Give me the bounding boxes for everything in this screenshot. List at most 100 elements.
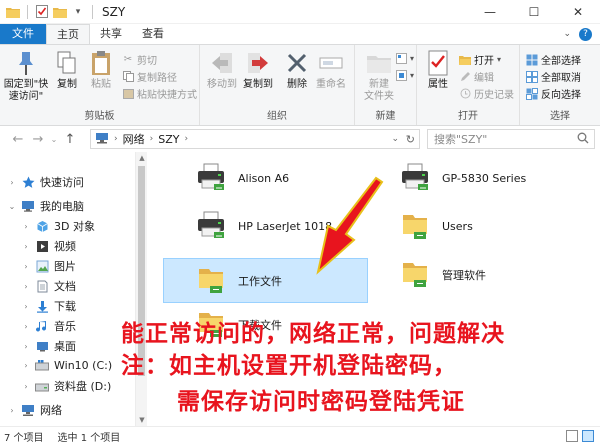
expand-chevron-icon[interactable]: › [8,406,16,415]
list-item[interactable]: GP-5830 Series [400,162,526,195]
annotation-line-2: 注：如主机设置开机登陆密码， [121,353,457,379]
nav-item-this-pc[interactable]: ⌄ 我的电脑 [8,198,84,214]
new-group: 新建 文件夹 ▾ ▾ 新建 [355,45,417,125]
forward-arrow-icon[interactable]: → [28,132,48,147]
edit-pencil-icon [459,71,471,83]
rename-button[interactable]: 重命名 [314,49,348,91]
search-icon [577,132,589,147]
nav-scrollbar[interactable]: ▲ ▼ [135,152,147,426]
annotation-line-3: 需保存访问时密码登陆凭证 [177,389,465,415]
scroll-down-arrow-icon[interactable]: ▼ [136,414,148,426]
nav-item-pictures[interactable]: › 图片 [22,258,76,274]
copy-to-button[interactable]: 复制到 [242,49,274,91]
collapse-ribbon-chevron-icon[interactable]: ⌄ [563,29,571,39]
properties-check-icon[interactable] [35,5,49,19]
open-icon [459,54,471,66]
edit-button[interactable]: 编辑 [459,69,494,84]
open-group: 属性 打开 ▾ 编辑 历史记录 打开 [417,45,520,125]
search-input[interactable]: 搜索"SZY" [427,129,595,149]
pictures-icon [35,259,49,273]
easy-access-button[interactable]: ▾ [395,69,414,81]
list-item[interactable]: Users [400,210,473,243]
history-button[interactable]: 历史记录 [459,86,514,101]
nav-item-videos[interactable]: › 视频 [22,238,76,254]
scroll-up-arrow-icon[interactable]: ▲ [136,152,148,164]
tab-file[interactable]: 文件 [0,24,46,44]
pin-quick-access-button[interactable]: 固定到"快速访问" [3,49,49,103]
tab-view[interactable]: 查看 [132,24,174,44]
breadcrumb-network[interactable]: 网络 [123,131,145,147]
nav-item-downloads[interactable]: › 下载 [22,298,76,314]
select-group: 全部选择 全部取消 反向选择 选择 [520,45,600,125]
nav-item-music[interactable]: › 音乐 [22,318,76,334]
item-label: Users [442,220,473,233]
copy-to-icon [245,49,271,77]
expand-chevron-icon[interactable]: › [8,178,16,187]
easy-access-icon [395,69,407,81]
copy-button[interactable]: 复制 [54,49,80,91]
close-button[interactable]: ✕ [556,0,600,24]
back-arrow-icon[interactable]: ← [8,132,28,147]
item-label: Alison A6 [238,172,290,185]
details-view-icon[interactable] [566,430,578,442]
download-arrow-icon [35,299,49,313]
maximize-button[interactable]: ☐ [512,0,556,24]
address-dropdown-chevron-icon[interactable]: ⌄ [391,134,399,144]
select-all-button[interactable]: 全部选择 [526,52,581,67]
nav-item-3d-objects[interactable]: › 3D 对象 [22,218,95,234]
list-item[interactable]: 管理软件 [400,258,486,291]
recent-locations-chevron-icon[interactable]: ⌄ [48,135,60,144]
address-bar[interactable]: › 网络 › SZY › ⌄ ↻ [90,129,420,149]
invert-selection-button[interactable]: 反向选择 [526,86,581,101]
nav-item-desktop[interactable]: › 桌面 [22,338,76,354]
scissors-icon: ✂ [123,54,133,65]
pin-icon [13,49,39,77]
help-icon[interactable]: ? [579,27,592,41]
item-label: 管理软件 [442,268,486,282]
nav-item-network[interactable]: › 网络 [8,402,62,418]
select-all-icon [526,54,538,66]
new-item-button[interactable]: ▾ [395,52,414,64]
tab-share[interactable]: 共享 [90,24,132,44]
windows-drive-icon [35,358,49,372]
video-icon [35,239,49,253]
copy-path-icon [122,71,134,83]
nav-item-drive-d[interactable]: › 资料盘 (D:) [22,378,111,394]
music-note-icon [35,319,49,333]
nav-item-quick-access[interactable]: › 快速访问 [8,174,84,190]
paste-shortcut-button[interactable]: 粘贴快捷方式 [122,86,197,101]
paste-button[interactable]: 粘贴 [88,49,114,91]
drive-icon [35,379,49,393]
shared-folder-icon [400,210,430,243]
delete-x-icon [284,49,310,77]
new-folder-qa-icon[interactable] [53,5,67,19]
shared-folder-icon [196,264,226,297]
collapse-chevron-icon[interactable]: ⌄ [8,202,16,211]
history-icon [459,88,471,100]
up-arrow-icon[interactable]: ↑ [60,132,80,147]
status-item-count: 7 个项目 [4,432,44,444]
nav-item-drive-c[interactable]: › Win10 (C:) [22,358,112,372]
computer-icon [21,199,35,213]
tab-home[interactable]: 主页 [46,24,90,44]
open-button[interactable]: 打开 ▾ [459,52,501,67]
list-item[interactable]: Alison A6 [196,162,289,195]
folder-icon[interactable] [6,5,20,19]
select-none-button[interactable]: 全部取消 [526,69,581,84]
move-to-button[interactable]: 移动到 [206,49,238,91]
minimize-button[interactable]: — [468,0,512,24]
cut-button[interactable]: ✂ 剪切 [122,52,157,67]
properties-button[interactable]: 属性 [423,49,453,91]
tiles-view-icon[interactable] [582,430,594,442]
copy-path-button[interactable]: 复制路径 [122,69,177,84]
new-group-label: 新建 [375,111,396,122]
refresh-icon[interactable]: ↻ [406,133,415,146]
delete-button[interactable]: 删除 [284,49,310,91]
annotation-arrow-icon [316,176,384,275]
customize-qa-chevron-icon[interactable]: ▾ [71,5,85,19]
new-folder-button[interactable]: 新建 文件夹 [359,49,399,103]
breadcrumb-szy[interactable]: SZY [158,133,179,146]
desktop-icon [35,339,49,353]
printer-icon [400,162,430,195]
nav-item-documents[interactable]: › 文档 [22,278,76,294]
